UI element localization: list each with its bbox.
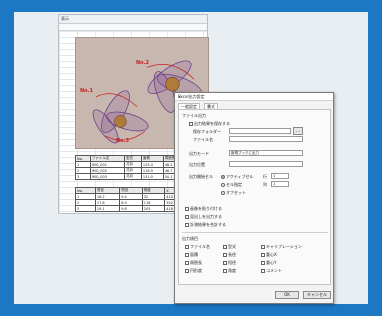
radio-fixed-cell[interactable]: セル指定 xyxy=(221,182,242,188)
item-label: 長径 xyxy=(228,252,236,257)
item-option[interactable]: キャリブレーション xyxy=(261,244,302,250)
item-option[interactable]: 面積 xyxy=(185,252,198,258)
table-cell[interactable]: IMG_003 xyxy=(89,173,126,180)
table-cell[interactable]: 花弁 xyxy=(124,173,142,180)
photo-label: No.2 xyxy=(136,60,149,66)
file-name-label: ファイル名 xyxy=(193,137,213,142)
checkbox-icon[interactable] xyxy=(223,261,227,265)
export-settings-dialog: Excel出力設定 × 一般設定 書式 ファイル出力 出力結果を保存する 保存フォ… xyxy=(174,92,334,304)
file-name-field[interactable] xyxy=(229,136,303,142)
item-option[interactable]: 円形度 xyxy=(185,268,202,274)
sheet-mode-select[interactable]: 新規ブックに出力 xyxy=(229,150,303,156)
spreadsheet-ribbon: 表示 xyxy=(59,15,207,24)
row-label: 行 xyxy=(263,174,267,179)
item-option[interactable]: 重心X xyxy=(261,252,277,258)
radio-offset[interactable]: オフセット xyxy=(221,190,246,196)
checkbox-icon[interactable] xyxy=(223,253,227,257)
radio-label: セル指定 xyxy=(226,182,242,187)
radio-active-cell[interactable]: アクティブセル xyxy=(221,174,254,180)
item-option[interactable]: 周囲長 xyxy=(185,260,202,266)
item-label: キャリブレーション xyxy=(266,244,302,249)
header-option[interactable]: 見出しを出力する xyxy=(185,214,222,220)
table-cell[interactable]: 131.0 xyxy=(140,173,164,180)
checkbox-icon[interactable] xyxy=(185,215,189,219)
group-items-label: 出力項目 xyxy=(182,236,198,241)
checkbox-icon[interactable] xyxy=(261,253,265,257)
screenshot-canvas: 表示 No.1 No.2 No.3 No. ファイル名 型式 面積 周囲長 1 … xyxy=(14,12,368,304)
radio-icon[interactable] xyxy=(221,191,225,195)
output-position-label: 出力位置 xyxy=(189,162,205,167)
save-with-book-label: 出力結果を保存する xyxy=(194,121,230,126)
radio-label: アクティブセル xyxy=(226,174,254,179)
col-spinner[interactable]: 1 xyxy=(271,181,289,187)
table-cell[interactable]: 205 xyxy=(141,205,166,212)
paste-image-label: 画像を貼り付ける xyxy=(190,206,222,211)
item-label: 重心X xyxy=(266,252,277,257)
checkbox-icon[interactable] xyxy=(261,269,265,273)
item-label: コメント xyxy=(266,268,282,273)
save-with-book-option[interactable]: 出力結果を保存する xyxy=(189,121,230,127)
item-label: 周囲長 xyxy=(190,260,202,265)
checkbox-icon[interactable] xyxy=(185,207,189,211)
radio-icon[interactable] xyxy=(221,183,225,187)
item-option[interactable]: ファイル名 xyxy=(185,244,210,250)
radio-label: オフセット xyxy=(226,190,246,195)
group-divider xyxy=(182,232,328,233)
checkbox-icon[interactable] xyxy=(185,253,189,257)
checkbox-icon[interactable] xyxy=(223,269,227,273)
item-label: 角度 xyxy=(228,268,236,273)
checkbox-icon[interactable] xyxy=(261,261,265,265)
row-spinner[interactable]: 1 xyxy=(271,173,289,179)
paste-image-option[interactable]: 画像を貼り付ける xyxy=(185,206,222,212)
ribbon-tab[interactable]: 表示 xyxy=(61,16,69,23)
group-file-label: ファイル出力 xyxy=(182,113,206,118)
cancel-button[interactable]: キャンセル xyxy=(303,291,331,299)
item-option[interactable]: コメント xyxy=(261,268,282,274)
item-option[interactable]: 重心Y xyxy=(261,260,276,266)
header-option-label: 見出しを出力する xyxy=(190,214,222,219)
item-option[interactable]: 長径 xyxy=(223,252,236,258)
photo-label: No.3 xyxy=(116,138,129,144)
ok-button[interactable]: OK xyxy=(275,291,299,299)
sum-option[interactable]: 計測結果を合計する xyxy=(185,222,226,228)
item-label: 短径 xyxy=(228,260,236,265)
item-label: 円形度 xyxy=(190,268,202,273)
checkbox-icon[interactable] xyxy=(185,269,189,273)
sum-option-label: 計測結果を合計する xyxy=(190,222,226,227)
dialog-titlebar[interactable]: Excel出力設定 × xyxy=(175,93,333,101)
checkbox-icon[interactable] xyxy=(185,223,189,227)
browse-button[interactable]: … xyxy=(293,127,303,135)
checkbox-icon[interactable] xyxy=(261,245,265,249)
checkbox-icon[interactable] xyxy=(185,261,189,265)
sheet-mode-label: 出力モード xyxy=(189,151,209,156)
settings-panel: ファイル出力 出力結果を保存する 保存フォルダー … ファイル名 出力モード 新… xyxy=(178,109,331,285)
close-icon[interactable]: × xyxy=(178,94,330,99)
checkbox-icon[interactable] xyxy=(185,245,189,249)
start-cell-label: 出力開始セル xyxy=(189,174,213,179)
table-cell[interactable]: 3 xyxy=(75,205,96,212)
formula-bar[interactable] xyxy=(59,24,207,31)
item-option[interactable]: 短径 xyxy=(223,260,236,266)
item-option[interactable]: 型式 xyxy=(223,244,236,250)
table-cell[interactable]: 19.1 xyxy=(94,205,121,212)
item-label: 重心Y xyxy=(266,260,277,265)
checkbox-icon[interactable] xyxy=(223,245,227,249)
output-position-field[interactable] xyxy=(229,161,303,167)
item-label: 型式 xyxy=(228,244,236,249)
save-folder-label: 保存フォルダー xyxy=(193,129,221,134)
item-option[interactable]: 角度 xyxy=(223,268,236,274)
table-cell[interactable]: 9.8 xyxy=(119,205,143,212)
item-label: ファイル名 xyxy=(190,244,210,249)
save-folder-field[interactable] xyxy=(229,128,291,134)
item-label: 面積 xyxy=(190,252,198,257)
col-label: 列 xyxy=(263,182,267,187)
table-cell[interactable]: 3 xyxy=(75,173,91,180)
checkbox-icon[interactable] xyxy=(189,122,193,126)
photo-label: No.1 xyxy=(80,88,93,94)
radio-icon[interactable] xyxy=(221,175,225,179)
